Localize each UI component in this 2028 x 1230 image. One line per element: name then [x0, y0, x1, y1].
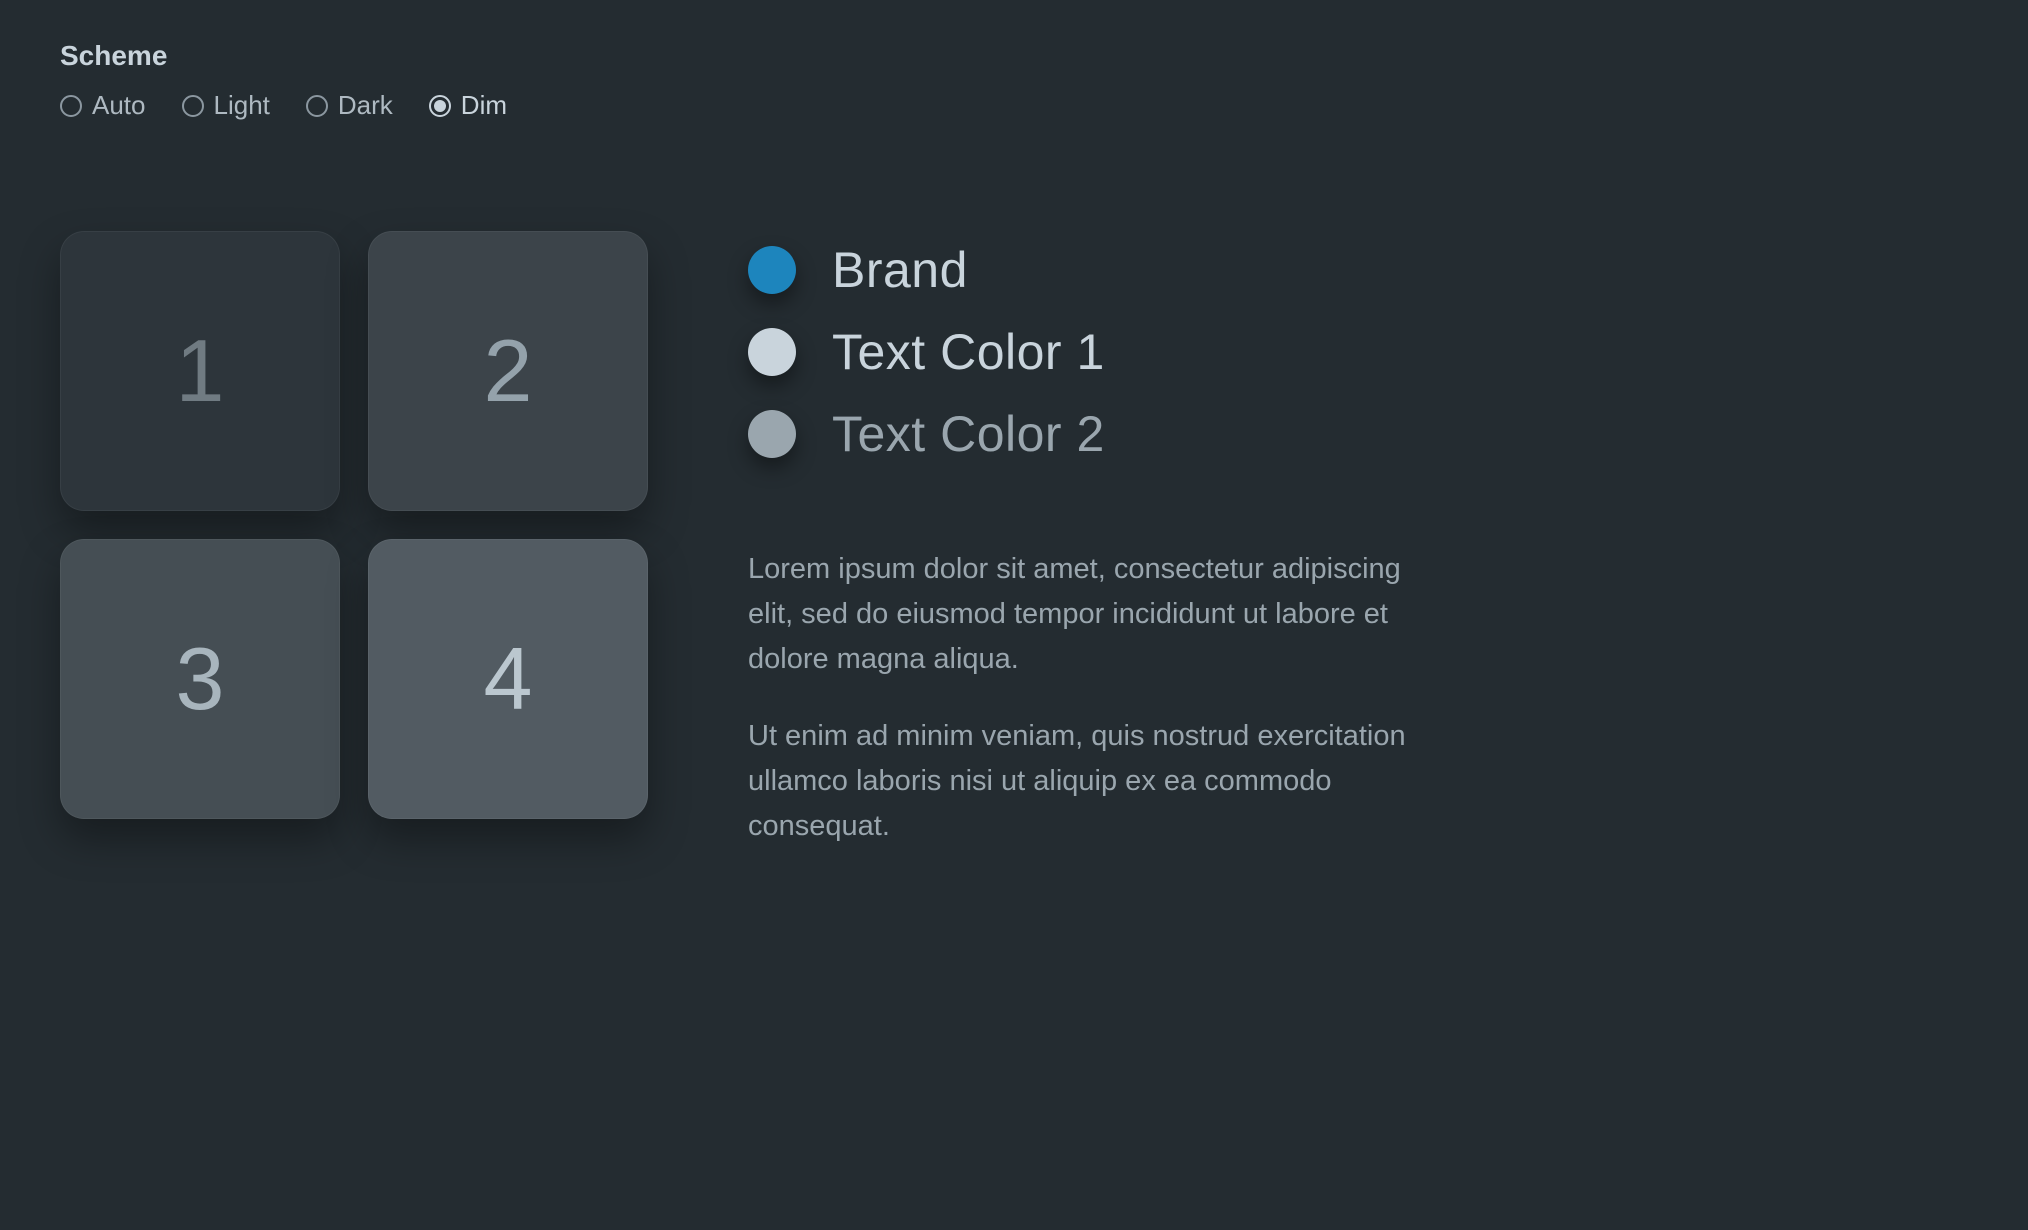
- elevation-grid: 1 2 3 4: [60, 231, 648, 819]
- radio-label: Dim: [461, 90, 507, 121]
- swatch-label: Brand: [832, 241, 968, 299]
- radio-label: Auto: [92, 90, 146, 121]
- scheme-option-light[interactable]: Light: [182, 90, 270, 121]
- radio-icon: [306, 95, 328, 117]
- elevation-tile-2: 2: [368, 231, 648, 511]
- radio-label: Light: [214, 90, 270, 121]
- body-text: Lorem ipsum dolor sit amet, consectetur …: [748, 547, 1428, 881]
- radio-icon: [182, 95, 204, 117]
- swatch-text-color-1: Text Color 1: [748, 323, 1968, 381]
- elevation-tile-3: 3: [60, 539, 340, 819]
- scheme-radio-group: Auto Light Dark Dim: [60, 90, 1968, 121]
- radio-icon: [60, 95, 82, 117]
- scheme-heading: Scheme: [60, 40, 1968, 72]
- elevation-tile-1: 1: [60, 231, 340, 511]
- paragraph-2: Ut enim ad minim veniam, quis nostrud ex…: [748, 714, 1428, 849]
- swatch-label: Text Color 1: [832, 323, 1105, 381]
- radio-icon: [429, 95, 451, 117]
- swatch-label: Text Color 2: [832, 405, 1105, 463]
- paragraph-1: Lorem ipsum dolor sit amet, consectetur …: [748, 547, 1428, 682]
- scheme-option-auto[interactable]: Auto: [60, 90, 146, 121]
- swatch-text-color-2: Text Color 2: [748, 405, 1968, 463]
- swatch-circle-icon: [748, 328, 796, 376]
- scheme-option-dim[interactable]: Dim: [429, 90, 507, 121]
- radio-label: Dark: [338, 90, 393, 121]
- page-root: Scheme Auto Light Dark Dim 1 2 3 4: [0, 0, 2028, 921]
- content-row: 1 2 3 4 Brand Text Color 1 Text Color 2 …: [60, 231, 1968, 881]
- elevation-tile-4: 4: [368, 539, 648, 819]
- swatch-circle-icon: [748, 246, 796, 294]
- swatch-brand: Brand: [748, 241, 1968, 299]
- scheme-option-dark[interactable]: Dark: [306, 90, 393, 121]
- swatch-circle-icon: [748, 410, 796, 458]
- right-column: Brand Text Color 1 Text Color 2 Lorem ip…: [748, 231, 1968, 881]
